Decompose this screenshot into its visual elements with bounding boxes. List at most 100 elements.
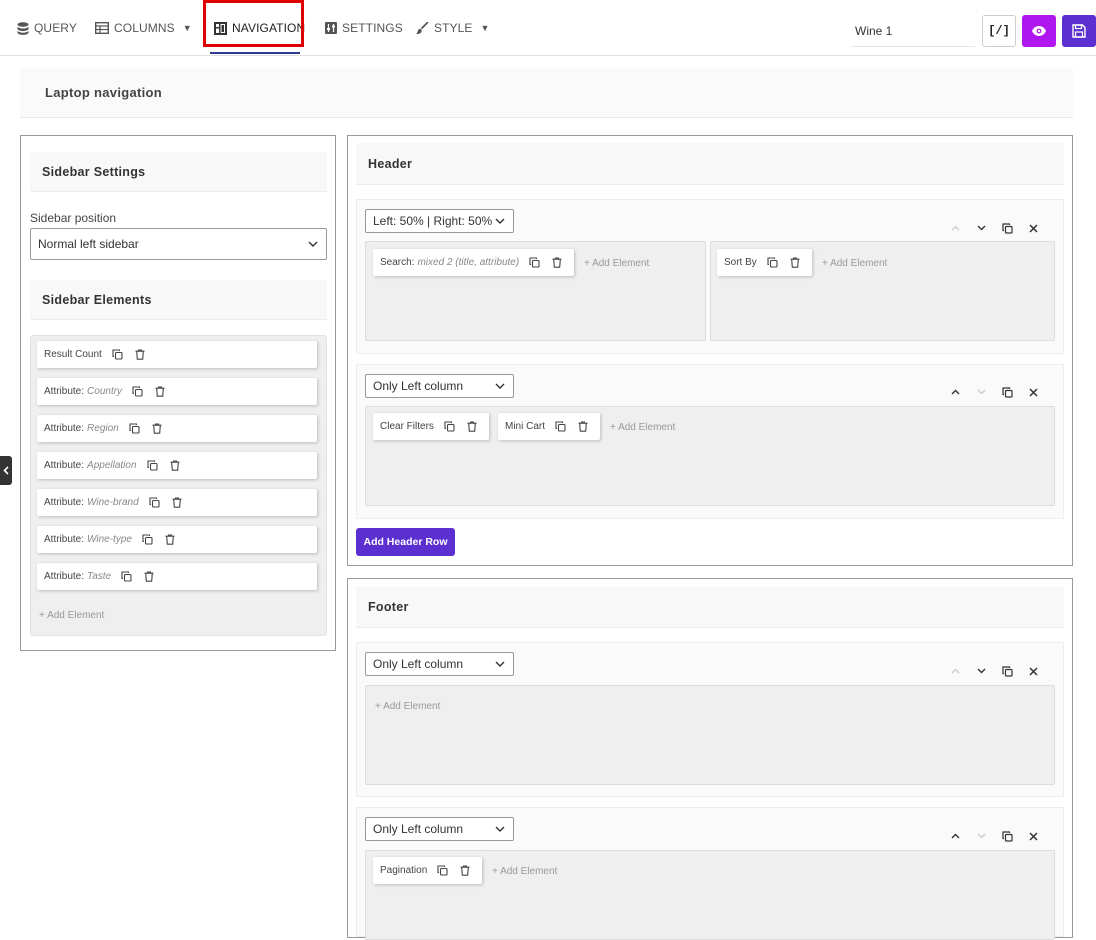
- element-actions: [149, 497, 194, 508]
- tab-columns-label: COLUMNS: [114, 21, 175, 35]
- trash-icon[interactable]: [552, 257, 574, 268]
- element-label: Pagination: [380, 865, 428, 876]
- sidebar-element-item[interactable]: Attribute: Taste: [37, 563, 317, 590]
- trash-icon[interactable]: [460, 865, 482, 876]
- active-tab-indicator: [210, 52, 300, 54]
- element-sublabel: Appellation: [87, 460, 137, 471]
- trash-icon[interactable]: [152, 423, 174, 434]
- sidebar-element-item[interactable]: Attribute: Country: [37, 378, 317, 405]
- move-up-icon[interactable]: [942, 221, 968, 235]
- remove-row-icon[interactable]: [1020, 221, 1046, 235]
- move-down-icon[interactable]: [968, 664, 994, 678]
- sidebar-element-item[interactable]: Attribute: Wine-type: [37, 526, 317, 553]
- remove-row-icon[interactable]: [1020, 385, 1046, 399]
- duplicate-icon[interactable]: [767, 257, 790, 268]
- duplicate-row-icon[interactable]: [994, 664, 1020, 678]
- trash-icon[interactable]: [144, 571, 166, 582]
- footer-row-1-left-zone: [365, 685, 1055, 785]
- tab-columns[interactable]: COLUMNS ▼: [95, 0, 192, 56]
- element-sublabel: Wine-brand: [87, 497, 139, 508]
- header-row-1-controls: [942, 221, 1046, 235]
- duplicate-icon[interactable]: [149, 497, 172, 508]
- element-chip[interactable]: Clear Filters: [373, 413, 489, 440]
- sidebar-settings-title: Sidebar Settings: [42, 164, 146, 179]
- duplicate-row-icon[interactable]: [994, 829, 1020, 843]
- tab-settings[interactable]: SETTINGS: [325, 0, 403, 56]
- header-row-2-left-add-element[interactable]: + Add Element: [610, 422, 675, 433]
- element-actions: [437, 865, 482, 876]
- sidebar-add-element[interactable]: + Add Element: [39, 610, 104, 621]
- footer-row-1-layout-select[interactable]: Only Left column: [365, 652, 514, 676]
- footer-row-1-add-element[interactable]: + Add Element: [375, 701, 440, 712]
- duplicate-icon[interactable]: [444, 421, 467, 432]
- chevron-down-icon: [495, 661, 505, 667]
- element-label: Attribute:: [44, 534, 85, 545]
- remove-row-icon[interactable]: [1020, 829, 1046, 843]
- duplicate-row-icon[interactable]: [994, 221, 1020, 235]
- trash-icon[interactable]: [172, 497, 194, 508]
- element-chip[interactable]: Search: mixed 2 (title, attribute): [373, 249, 575, 276]
- duplicate-icon[interactable]: [146, 460, 170, 471]
- header-row-1-layout-select[interactable]: Left: 50% | Right: 50%: [365, 209, 514, 233]
- duplicate-icon[interactable]: [529, 257, 552, 268]
- trash-icon[interactable]: [135, 349, 157, 360]
- sidebar-element-item[interactable]: Attribute: Region: [37, 415, 317, 442]
- shortcode-button[interactable]: [/]: [982, 15, 1016, 47]
- collapse-toggle[interactable]: [0, 456, 12, 485]
- remove-row-icon[interactable]: [1020, 664, 1046, 678]
- trash-icon[interactable]: [155, 386, 177, 397]
- move-down-icon[interactable]: [968, 221, 994, 235]
- element-sublabel: Taste: [87, 571, 112, 582]
- element-label: Attribute:: [44, 497, 85, 508]
- trash-icon[interactable]: [170, 460, 192, 471]
- element-sublabel: mixed 2 (title, attribute): [417, 257, 520, 268]
- duplicate-icon[interactable]: [437, 865, 460, 876]
- trash-icon[interactable]: [467, 421, 489, 432]
- element-sublabel: Region: [87, 423, 119, 434]
- header-row-2-layout-select[interactable]: Only Left column: [365, 374, 514, 398]
- table-name-input[interactable]: [851, 15, 975, 47]
- duplicate-icon[interactable]: [132, 386, 155, 397]
- trash-icon[interactable]: [790, 257, 812, 268]
- trash-icon[interactable]: [578, 421, 600, 432]
- tab-navigation[interactable]: NAVIGATION: [214, 0, 305, 56]
- sidebar-position-select[interactable]: Normal left sidebar: [30, 228, 327, 260]
- footer-row-1-controls: [942, 664, 1046, 678]
- header-title: Header: [368, 156, 413, 171]
- element-actions: [444, 421, 489, 432]
- duplicate-row-icon[interactable]: [994, 385, 1020, 399]
- trash-icon[interactable]: [165, 534, 187, 545]
- sidebar-element-item[interactable]: Result Count: [37, 341, 317, 368]
- footer-row-2-left-add-element[interactable]: + Add Element: [492, 866, 557, 877]
- element-label: Attribute:: [44, 571, 85, 582]
- move-up-icon[interactable]: [942, 829, 968, 843]
- sidebar-element-item[interactable]: Attribute: Appellation: [37, 452, 317, 479]
- element-label: Search:: [380, 257, 415, 268]
- preview-button[interactable]: [1022, 15, 1056, 47]
- duplicate-icon[interactable]: [142, 534, 165, 545]
- add-header-row-button[interactable]: Add Header Row: [356, 528, 455, 556]
- move-down-icon[interactable]: [968, 385, 994, 399]
- move-up-icon[interactable]: [942, 385, 968, 399]
- element-chip[interactable]: Sort By: [717, 249, 812, 276]
- element-actions: [529, 257, 574, 268]
- chevron-down-icon: [495, 826, 505, 832]
- element-chip[interactable]: Mini Cart: [498, 413, 601, 440]
- settings-icon: [325, 22, 337, 34]
- duplicate-icon[interactable]: [121, 571, 144, 582]
- move-up-icon[interactable]: [942, 664, 968, 678]
- element-actions: [121, 571, 166, 582]
- tab-style[interactable]: STYLE ▼: [416, 0, 490, 56]
- header-row-1-left-add-element[interactable]: + Add Element: [584, 258, 649, 269]
- duplicate-icon[interactable]: [555, 421, 578, 432]
- sidebar-element-item[interactable]: Attribute: Wine-brand: [37, 489, 317, 516]
- duplicate-icon[interactable]: [112, 349, 135, 360]
- tab-style-label: STYLE: [434, 21, 473, 35]
- duplicate-icon[interactable]: [129, 423, 152, 434]
- header-row-1-right-add-element[interactable]: + Add Element: [822, 258, 887, 269]
- footer-row-2-layout-select[interactable]: Only Left column: [365, 817, 514, 841]
- move-down-icon[interactable]: [968, 829, 994, 843]
- tab-query[interactable]: QUERY: [17, 0, 77, 56]
- save-button[interactable]: [1062, 15, 1096, 47]
- element-chip[interactable]: Pagination: [373, 857, 483, 884]
